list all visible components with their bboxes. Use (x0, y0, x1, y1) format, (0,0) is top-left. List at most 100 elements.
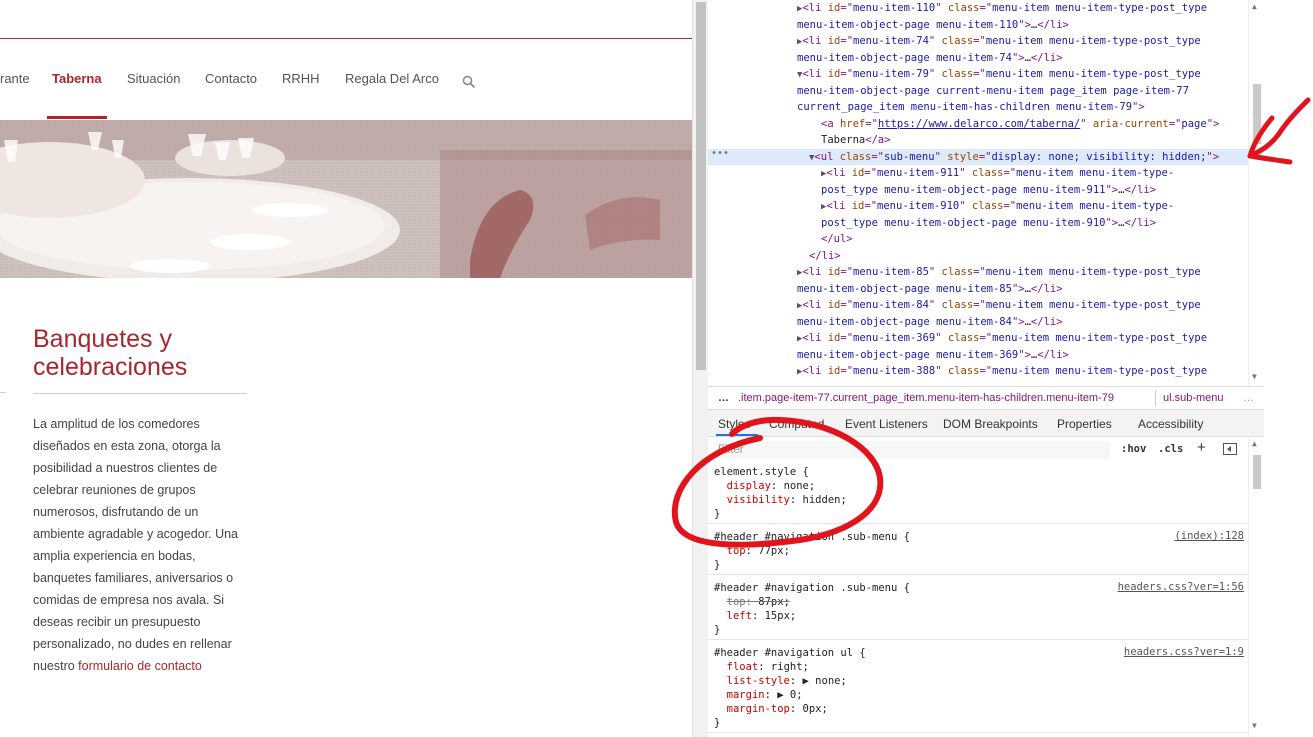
scroll-up-arrow-icon[interactable]: ▲ (1252, 439, 1257, 448)
dom-token: </li> (1030, 315, 1063, 328)
dom-token: menu-item-369 (853, 332, 936, 344)
dom-token: =" (840, 266, 854, 278)
dom-token: menu-item-object-page current-menu-item … (797, 84, 1189, 97)
dom-token: " (928, 266, 942, 278)
css-declaration[interactable]: list-style: ▶ none; (714, 674, 1248, 688)
dom-token: menu-item-object-page menu-item-74 (797, 51, 1012, 64)
rule-selector[interactable]: element.style { (714, 465, 1248, 479)
css-declaration[interactable]: left: 15px; (714, 609, 1248, 623)
nav-item-regala-del-arco[interactable]: Regala Del Arco (345, 71, 439, 86)
breadcrumb-overflow[interactable]: … (718, 387, 729, 409)
scroll-down-arrow-icon[interactable]: ▼ (1252, 372, 1257, 381)
restaurant-banner-image (0, 120, 692, 278)
dom-token: menu-item menu-item-type-post_type (985, 35, 1201, 47)
styles-scrollbar-thumb[interactable] (1253, 455, 1261, 489)
toggle-computed-sidebar-icon[interactable] (1223, 443, 1237, 455)
dom-token: </li> (1124, 183, 1157, 196)
breadcrumb-item-li[interactable]: .item.page-item-77.current_page_item.men… (738, 387, 1114, 409)
header-rule (0, 38, 692, 39)
rule-source-link[interactable]: headers.css?ver=1:56 (1118, 581, 1244, 593)
css-declaration[interactable]: float: right; (714, 660, 1248, 674)
nav-item-rrhh[interactable]: RRHH (282, 71, 320, 86)
dom-token: " (935, 2, 948, 14)
dom-token: menu-item-388 (853, 365, 936, 377)
scroll-down-arrow-icon[interactable]: ▼ (1252, 721, 1257, 730)
dom-token: menu-item-74 (853, 35, 929, 47)
page-title-line-1: Banquetes y (33, 325, 172, 353)
rule-selector[interactable]: #header #navigation .sub-menu { (714, 530, 1248, 544)
dom-token: =" (840, 68, 854, 80)
dom-token: =" (979, 332, 993, 344)
dom-token: id (827, 266, 841, 278)
sidebar-tabs: Styles Computed Event Listeners DOM Brea… (708, 410, 1264, 437)
css-declaration[interactable]: margin-top: 0px; (714, 702, 1248, 716)
new-style-rule-button[interactable]: + (1197, 439, 1206, 456)
dom-token: "> (1206, 117, 1220, 130)
rule-source-link[interactable]: headers.css?ver=1:9 (1124, 646, 1244, 658)
class-toggle[interactable]: .cls (1158, 443, 1183, 455)
dom-token: id (851, 200, 865, 212)
search-icon[interactable] (462, 75, 476, 94)
dom-token: </ul> (821, 233, 853, 245)
dom-token: current_page_item menu-item-has-children… (797, 101, 1133, 113)
scroll-up-arrow-icon[interactable]: ▲ (1252, 2, 1257, 11)
dom-token: </li> (1030, 51, 1063, 64)
css-declaration[interactable]: margin: ▶ 0; (714, 688, 1248, 702)
dom-token: id (851, 167, 865, 179)
dom-token: sub-menu (883, 150, 935, 163)
page-scrollbar-thumb[interactable] (696, 2, 706, 370)
tab-styles[interactable]: Styles (718, 417, 751, 431)
nav-item-situacion[interactable]: Situación (127, 71, 180, 86)
tab-dom-breakpoints[interactable]: DOM Breakpoints (943, 417, 1038, 431)
nav-item-restaurante[interactable]: rante (0, 71, 30, 86)
dom-token: <li (826, 200, 852, 212)
dom-token: menu-item-object-page menu-item-84 (797, 315, 1012, 328)
css-declaration[interactable]: visibility: hidden; (714, 493, 1248, 507)
dom-token: href (839, 117, 866, 130)
element-style-rule[interactable]: element.style { display: none; visibilit… (708, 465, 1248, 524)
css-rule[interactable]: #header #navigation .sub-menu {(index):1… (708, 530, 1248, 575)
tab-event-listeners[interactable]: Event Listeners (845, 417, 928, 431)
dom-token: class (941, 266, 974, 278)
dom-token: menu-item menu-item-type-post_type (992, 2, 1208, 14)
breadcrumb-item-ul[interactable]: ul.sub-menu (1163, 387, 1224, 409)
page-scrollbar[interactable] (692, 0, 708, 737)
dom-token: " (959, 167, 972, 179)
dom-tree-scrollbar-thumb[interactable] (1253, 84, 1261, 144)
tab-computed[interactable]: Computed (769, 417, 824, 431)
breadcrumb-more[interactable]: … (1243, 387, 1254, 409)
css-declaration[interactable]: top: 77px; (714, 544, 1248, 558)
contact-form-link[interactable]: formulario de contacto (78, 659, 202, 673)
css-rule[interactable]: #header #navigation .sub-menu {headers.c… (708, 581, 1248, 640)
dom-token: <li (802, 332, 828, 344)
styles-filter-input[interactable] (714, 441, 1110, 459)
page-title-line-2: celebraciones (33, 353, 188, 381)
href-link[interactable]: https://www.delarco.com/taberna/ (878, 118, 1080, 130)
dom-token: =" (871, 150, 884, 163)
nav-item-taberna[interactable]: Taberna (52, 71, 102, 86)
dom-token: </li> (809, 249, 841, 262)
body-line: banquetes familiares, aniversarios o (33, 571, 234, 585)
rule-close: } (714, 717, 721, 729)
dom-token: menu-item-85 (853, 266, 929, 278)
active-nav-indicator (47, 116, 107, 119)
css-rule[interactable]: #header #navigation ul {headers.css?ver=… (708, 646, 1248, 733)
tab-properties[interactable]: Properties (1057, 417, 1112, 431)
rule-source-link[interactable]: (index):128 (1174, 530, 1244, 542)
css-declaration[interactable]: display: none; (714, 479, 1248, 493)
dom-node-selected[interactable]: ▼<ul class="sub-menu" style="display: no… (708, 148, 1248, 165)
hover-state-toggle[interactable]: :hov (1121, 443, 1146, 455)
dom-token: "> (1018, 18, 1031, 31)
dom-breadcrumb: … .item.page-item-77.current_page_item.m… (708, 386, 1264, 410)
dom-tree-scrollbar[interactable]: ▲ ▼ (1248, 0, 1264, 386)
dom-token: class (947, 365, 980, 377)
nav-item-contacto[interactable]: Contacto (205, 71, 257, 86)
css-declaration[interactable]: top: 87px; (714, 595, 1248, 609)
elements-dom-tree[interactable]: ▶<li id="menu-item-110" class="menu-item… (708, 0, 1248, 386)
dom-token: menu-item-79 (853, 68, 929, 80)
dom-token: =" (1168, 117, 1182, 130)
dom-token: =" (840, 299, 854, 311)
node-actions-dots[interactable]: ••• (711, 148, 729, 159)
styles-scrollbar[interactable]: ▲ ▼ (1248, 437, 1264, 737)
tab-accessibility[interactable]: Accessibility (1138, 417, 1203, 431)
